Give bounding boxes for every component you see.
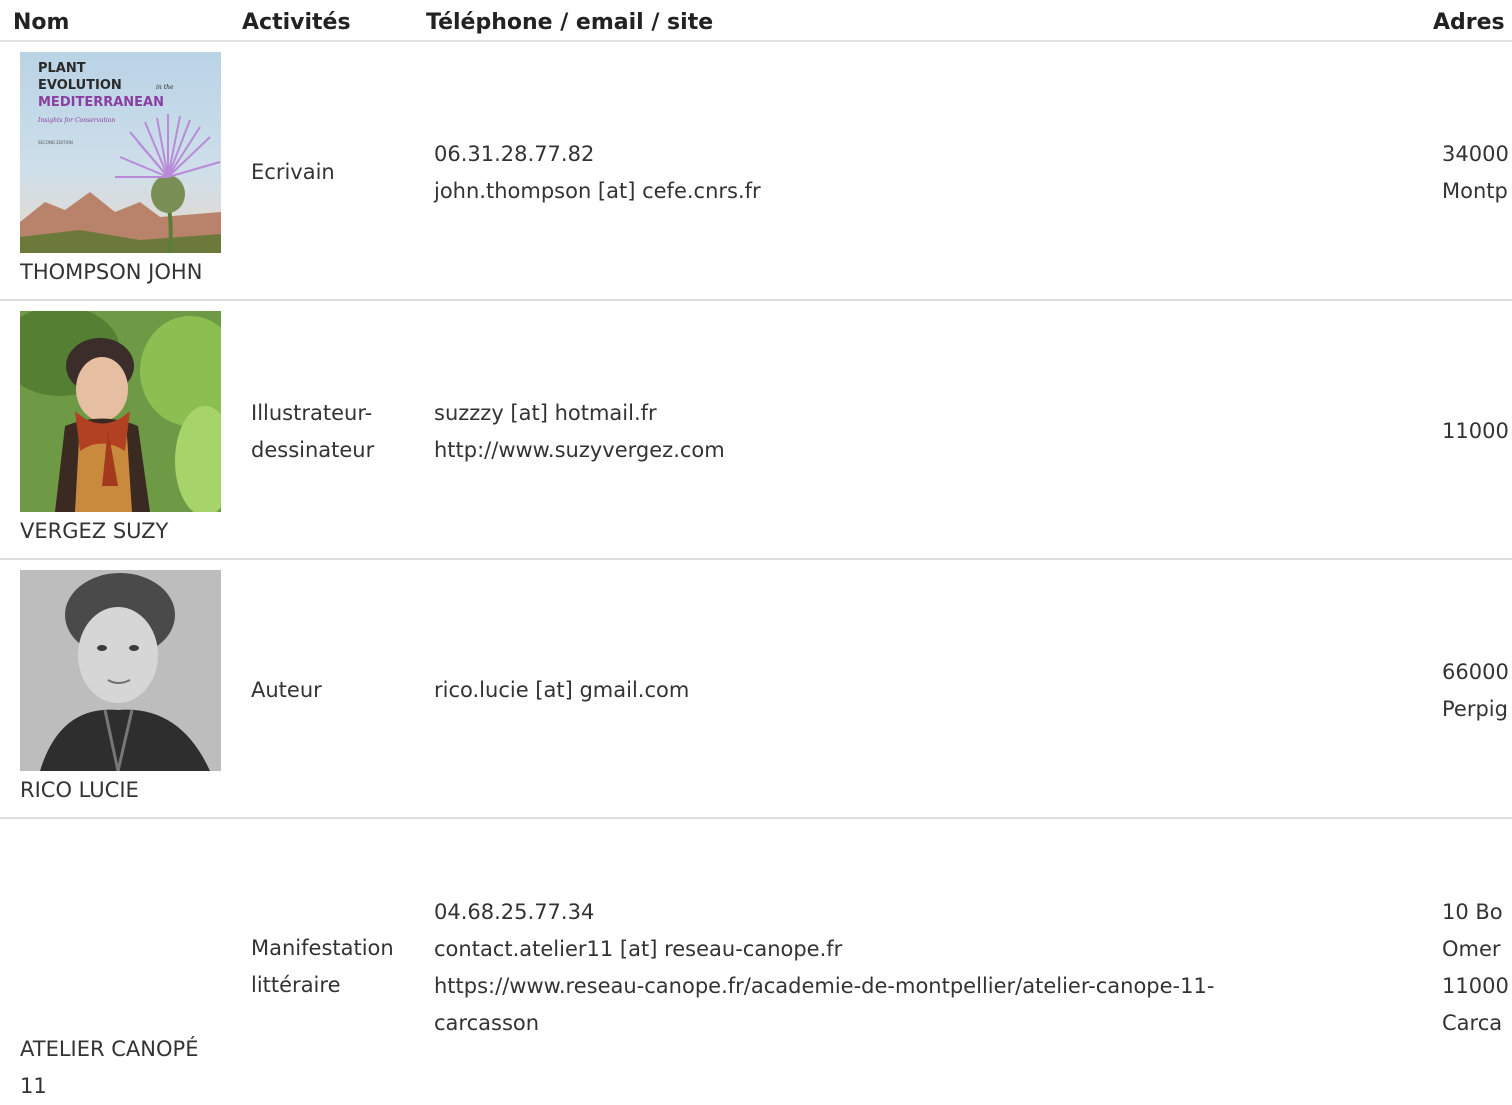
email-text: contact.atelier11 [at] reseau-canope.fr: [434, 937, 843, 961]
row-contact: 04.68.25.77.34 contact.atelier11 [at] re…: [434, 894, 1384, 1042]
row-contact: suzzzy [at] hotmail.fr http://www.suzyve…: [434, 395, 1384, 469]
column-header-nom[interactable]: Nom: [13, 10, 69, 35]
table-header: Nom Activités Téléphone / email / site A…: [0, 0, 1512, 42]
row-activity: Manifestation littéraire: [251, 930, 421, 1004]
table-row: ATELIER CANOPÉ 11 Manifestation littérai…: [0, 819, 1512, 1098]
book-cover-image[interactable]: PLANT EVOLUTION in the MEDITERRANEAN Ins…: [20, 52, 221, 253]
activity-line: littéraire: [251, 973, 341, 997]
column-header-contact[interactable]: Téléphone / email / site: [426, 10, 713, 35]
website-link[interactable]: https://www.reseau-canope.fr/academie-de…: [434, 968, 1384, 1005]
row-contact: rico.lucie [at] gmail.com: [434, 672, 1384, 709]
portrait-image[interactable]: [20, 311, 221, 512]
row-activity: Ecrivain: [251, 154, 421, 191]
website-link-continued[interactable]: carcasson: [434, 1005, 1384, 1042]
address-line: 66000: [1442, 660, 1509, 684]
row-activity: Illustrateur- dessinateur: [251, 395, 421, 469]
name-line: 11: [20, 1074, 47, 1098]
phone-text: 04.68.25.77.34: [434, 900, 595, 924]
row-name: THOMPSON JOHN: [20, 260, 203, 284]
row-address: 11000: [1442, 413, 1512, 450]
address-line: 11000: [1442, 419, 1509, 443]
activity-line: Ecrivain: [251, 160, 335, 184]
address-line: Carca: [1442, 1011, 1503, 1035]
cover-title-line2: EVOLUTION: [38, 78, 122, 93]
address-line: 11000: [1442, 974, 1509, 998]
row-name: ATELIER CANOPÉ 11: [20, 1031, 235, 1105]
row-address: 34000 Montp: [1442, 136, 1512, 210]
address-line: Perpig: [1442, 697, 1508, 721]
row-contact: 06.31.28.77.82 john.thompson [at] cefe.c…: [434, 136, 1384, 210]
address-line: Montp: [1442, 179, 1508, 203]
name-line: ATELIER CANOPÉ: [20, 1037, 199, 1061]
address-line: Omer: [1442, 937, 1501, 961]
portrait-image[interactable]: [20, 570, 221, 771]
activity-line: Illustrateur-: [251, 401, 373, 425]
cover-subtitle: Insights for Conservation: [37, 117, 115, 124]
row-name: RICO LUCIE: [20, 778, 139, 802]
address-line: 34000: [1442, 142, 1509, 166]
column-header-activites[interactable]: Activités: [242, 10, 351, 35]
row-activity: Auteur: [251, 672, 421, 709]
address-line: 10 Bo: [1442, 900, 1503, 924]
email-text: suzzzy [at] hotmail.fr: [434, 401, 657, 425]
cover-title-small: in the: [156, 84, 174, 91]
activity-line: dessinateur: [251, 438, 375, 462]
cover-title-line3: MEDITERRANEAN: [38, 95, 164, 110]
cover-edition: SECOND EDITION: [38, 140, 73, 145]
phone-text: 06.31.28.77.82: [434, 142, 595, 166]
activity-line: Auteur: [251, 678, 322, 702]
row-name: VERGEZ SUZY: [20, 519, 169, 543]
row-address: 66000 Perpig: [1442, 654, 1512, 728]
table-row: RICO LUCIE Auteur rico.lucie [at] gmail.…: [0, 560, 1512, 819]
email-text: john.thompson [at] cefe.cnrs.fr: [434, 179, 761, 203]
activity-line: Manifestation: [251, 936, 394, 960]
website-link[interactable]: http://www.suzyvergez.com: [434, 432, 1384, 469]
cover-title-line1: PLANT: [38, 61, 86, 76]
table-row: PLANT EVOLUTION in the MEDITERRANEAN Ins…: [0, 42, 1512, 301]
column-header-adresse[interactable]: Adres: [1433, 10, 1505, 35]
row-address: 10 Bo Omer 11000 Carca: [1442, 894, 1512, 1042]
table-row: VERGEZ SUZY Illustrateur- dessinateur su…: [0, 301, 1512, 560]
email-text: rico.lucie [at] gmail.com: [434, 678, 690, 702]
